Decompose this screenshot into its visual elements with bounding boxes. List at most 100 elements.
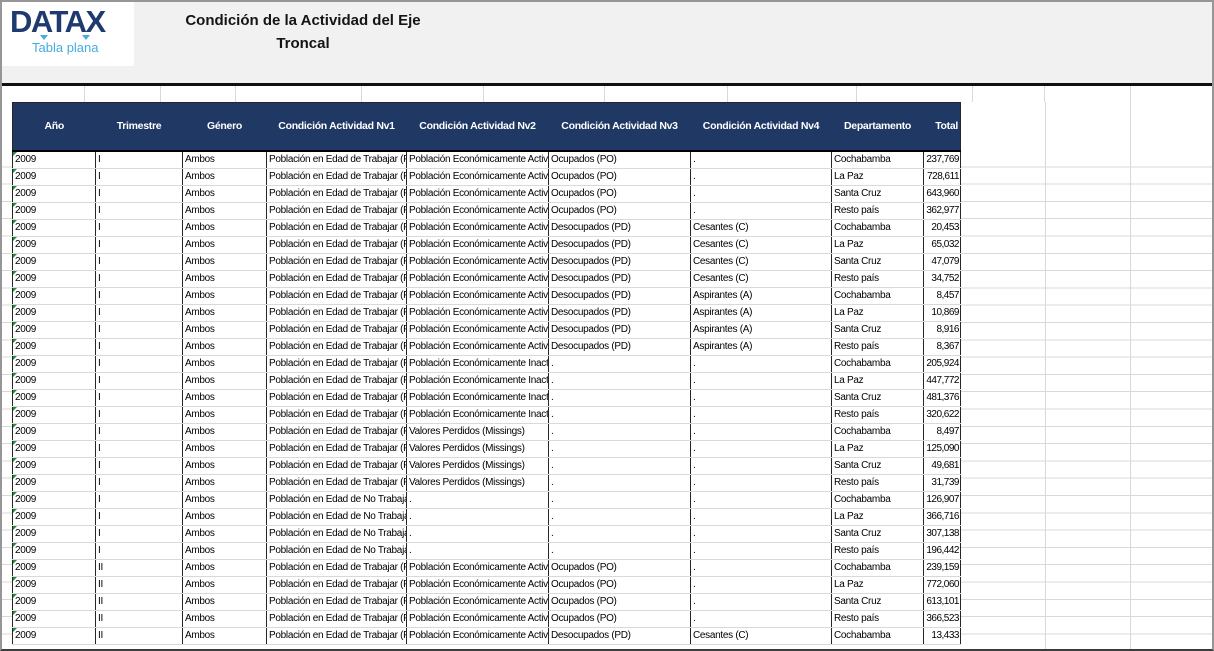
cell-nv3[interactable]: .: [549, 423, 691, 440]
cell-ano[interactable]: 2009: [13, 185, 96, 202]
cell-nv2[interactable]: Valores Perdidos (Missings): [407, 474, 549, 491]
cell-ano[interactable]: 2009: [13, 491, 96, 508]
cell-nv1[interactable]: Población en Edad de Trabajar (PET): [267, 151, 407, 169]
cell-genero[interactable]: Ambos: [183, 389, 267, 406]
cell-nv2[interactable]: Población Económicamente Activa (PEA): [407, 593, 549, 610]
cell-trimestre[interactable]: I: [96, 406, 183, 423]
cell-nv2[interactable]: Población Económicamente Activa (PEA): [407, 559, 549, 576]
cell-genero[interactable]: Ambos: [183, 406, 267, 423]
cell-genero[interactable]: Ambos: [183, 491, 267, 508]
column-header-genero[interactable]: Género: [183, 103, 267, 151]
cell-nv1[interactable]: Población en Edad de No Trabajar: [267, 542, 407, 559]
cell-nv4[interactable]: .: [691, 610, 832, 627]
cell-total[interactable]: 481,376: [924, 389, 961, 406]
cell-genero[interactable]: Ambos: [183, 508, 267, 525]
cell-nv3[interactable]: .: [549, 491, 691, 508]
cell-nv4[interactable]: Cesantes (C): [691, 236, 832, 253]
cell-nv3[interactable]: Desocupados (PD): [549, 627, 691, 644]
cell-nv4[interactable]: .: [691, 525, 832, 542]
cell-nv3[interactable]: Ocupados (PO): [549, 593, 691, 610]
cell-trimestre[interactable]: II: [96, 559, 183, 576]
cell-total[interactable]: 320,622: [924, 406, 961, 423]
cell-departamento[interactable]: Cochabamba: [832, 423, 924, 440]
cell-nv4[interactable]: .: [691, 508, 832, 525]
cell-nv3[interactable]: .: [549, 457, 691, 474]
cell-nv2[interactable]: Población Económicamente Activa (PEA): [407, 270, 549, 287]
cell-nv1[interactable]: Población en Edad de Trabajar (PET): [267, 304, 407, 321]
cell-ano[interactable]: 2009: [13, 508, 96, 525]
cell-nv1[interactable]: Población en Edad de Trabajar (PET): [267, 576, 407, 593]
cell-nv2[interactable]: Población Económicamente Activa (PEA): [407, 338, 549, 355]
column-header-nv2[interactable]: Condición Actividad Nv2: [407, 103, 549, 151]
cell-departamento[interactable]: Cochabamba: [832, 559, 924, 576]
cell-nv1[interactable]: Población en Edad de Trabajar (PET): [267, 236, 407, 253]
cell-total[interactable]: 643,960: [924, 185, 961, 202]
cell-nv4[interactable]: .: [691, 406, 832, 423]
cell-genero[interactable]: Ambos: [183, 423, 267, 440]
cell-trimestre[interactable]: I: [96, 321, 183, 338]
cell-genero[interactable]: Ambos: [183, 610, 267, 627]
cell-trimestre[interactable]: I: [96, 202, 183, 219]
cell-nv2[interactable]: .: [407, 525, 549, 542]
column-header-trimestre[interactable]: Trimestre: [96, 103, 183, 151]
cell-genero[interactable]: Ambos: [183, 559, 267, 576]
cell-genero[interactable]: Ambos: [183, 525, 267, 542]
cell-nv2[interactable]: Valores Perdidos (Missings): [407, 423, 549, 440]
cell-nv4[interactable]: .: [691, 202, 832, 219]
cell-nv1[interactable]: Población en Edad de Trabajar (PET): [267, 627, 407, 644]
cell-genero[interactable]: Ambos: [183, 321, 267, 338]
cell-nv1[interactable]: Población en Edad de Trabajar (PET): [267, 372, 407, 389]
cell-nv2[interactable]: .: [407, 508, 549, 525]
cell-nv1[interactable]: Población en Edad de Trabajar (PET): [267, 270, 407, 287]
cell-departamento[interactable]: Resto país: [832, 406, 924, 423]
cell-nv1[interactable]: Población en Edad de Trabajar (PET): [267, 440, 407, 457]
cell-nv1[interactable]: Población en Edad de No Trabajar: [267, 508, 407, 525]
cell-nv1[interactable]: Población en Edad de Trabajar (PET): [267, 610, 407, 627]
cell-nv4[interactable]: Aspirantes (A): [691, 287, 832, 304]
cell-nv3[interactable]: .: [549, 474, 691, 491]
cell-nv3[interactable]: Desocupados (PD): [549, 236, 691, 253]
cell-trimestre[interactable]: I: [96, 474, 183, 491]
cell-genero[interactable]: Ambos: [183, 219, 267, 236]
cell-trimestre[interactable]: I: [96, 440, 183, 457]
cell-nv1[interactable]: Población en Edad de Trabajar (PET): [267, 474, 407, 491]
cell-nv2[interactable]: Población Económicamente Activa (PEA): [407, 219, 549, 236]
cell-nv3[interactable]: .: [549, 542, 691, 559]
column-header-ano[interactable]: Año: [13, 103, 96, 151]
cell-nv2[interactable]: .: [407, 491, 549, 508]
cell-nv4[interactable]: Aspirantes (A): [691, 321, 832, 338]
cell-nv4[interactable]: .: [691, 168, 832, 185]
cell-trimestre[interactable]: I: [96, 168, 183, 185]
cell-nv4[interactable]: .: [691, 559, 832, 576]
cell-ano[interactable]: 2009: [13, 270, 96, 287]
cell-departamento[interactable]: Cochabamba: [832, 355, 924, 372]
cell-departamento[interactable]: La Paz: [832, 304, 924, 321]
cell-trimestre[interactable]: I: [96, 304, 183, 321]
cell-trimestre[interactable]: I: [96, 355, 183, 372]
cell-total[interactable]: 49,681: [924, 457, 961, 474]
cell-nv3[interactable]: Desocupados (PD): [549, 287, 691, 304]
cell-departamento[interactable]: Santa Cruz: [832, 321, 924, 338]
cell-total[interactable]: 366,716: [924, 508, 961, 525]
cell-nv3[interactable]: .: [549, 508, 691, 525]
cell-departamento[interactable]: La Paz: [832, 168, 924, 185]
cell-trimestre[interactable]: II: [96, 610, 183, 627]
cell-trimestre[interactable]: II: [96, 593, 183, 610]
cell-nv4[interactable]: .: [691, 372, 832, 389]
cell-total[interactable]: 196,442: [924, 542, 961, 559]
cell-departamento[interactable]: La Paz: [832, 372, 924, 389]
cell-genero[interactable]: Ambos: [183, 372, 267, 389]
cell-nv2[interactable]: Población Económicamente Activa (PEA): [407, 304, 549, 321]
cell-trimestre[interactable]: I: [96, 253, 183, 270]
cell-nv2[interactable]: Población Económicamente Activa (PEA): [407, 168, 549, 185]
cell-nv3[interactable]: Ocupados (PO): [549, 576, 691, 593]
cell-ano[interactable]: 2009: [13, 338, 96, 355]
cell-ano[interactable]: 2009: [13, 287, 96, 304]
cell-total[interactable]: 20,453: [924, 219, 961, 236]
cell-nv4[interactable]: .: [691, 440, 832, 457]
cell-trimestre[interactable]: I: [96, 185, 183, 202]
cell-genero[interactable]: Ambos: [183, 593, 267, 610]
cell-nv3[interactable]: Ocupados (PO): [549, 168, 691, 185]
cell-departamento[interactable]: Cochabamba: [832, 627, 924, 644]
cell-nv1[interactable]: Población en Edad de Trabajar (PET): [267, 338, 407, 355]
